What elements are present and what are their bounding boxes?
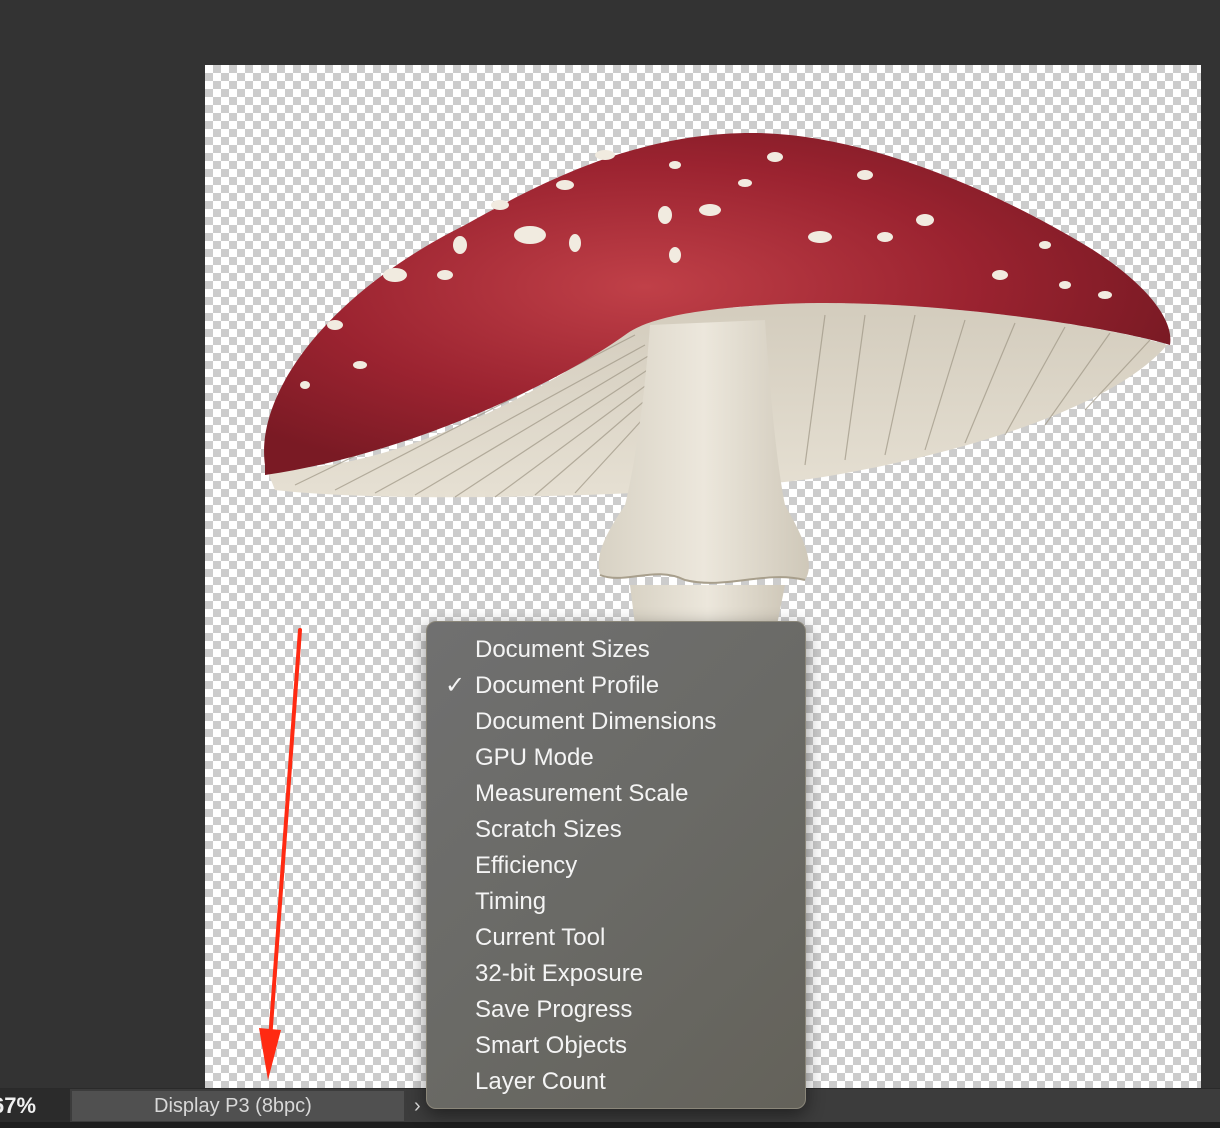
menu-item-label: Layer Count [475,1068,606,1095]
checkmark-icon: ✓ [445,672,466,699]
menu-item-label: Document Sizes [475,636,650,663]
menu-item-label: Measurement Scale [475,780,689,807]
menu-item-scratch-sizes[interactable]: Scratch Sizes [427,812,805,848]
menu-item-label: Efficiency [475,852,578,879]
menu-item-timing[interactable]: Timing [427,884,805,920]
menu-item-efficiency[interactable]: Efficiency [427,848,805,884]
photoshop-window: 67% Display P3 (8bpc) › Document Sizes ✓… [0,0,1220,1128]
menu-item-32-bit-exposure[interactable]: 32-bit Exposure [427,956,805,992]
menu-item-current-tool[interactable]: Current Tool [427,920,805,956]
menu-item-document-profile[interactable]: ✓ Document Profile [427,668,805,704]
menu-item-label: Document Dimensions [475,708,717,735]
status-info-popup-menu: Document Sizes ✓ Document Profile Documen… [426,621,806,1109]
menu-item-label: Document Profile [475,672,660,699]
window-bottom-edge [0,1122,1220,1128]
menu-item-document-dimensions[interactable]: Document Dimensions [427,704,805,740]
menu-item-label: Timing [475,888,547,915]
menu-item-smart-objects[interactable]: Smart Objects [427,1028,805,1064]
menu-item-measurement-scale[interactable]: Measurement Scale [427,776,805,812]
menu-item-label: Save Progress [475,996,633,1023]
menu-item-label: Current Tool [475,924,606,951]
menu-item-document-sizes[interactable]: Document Sizes [427,632,805,668]
document-info-readout[interactable]: Display P3 (8bpc) [72,1091,404,1121]
zoom-level-field[interactable]: 67% [0,1089,70,1123]
chevron-right-icon[interactable]: › [414,1093,426,1119]
menu-item-label: Smart Objects [475,1032,628,1059]
menu-item-label: GPU Mode [475,744,594,771]
menu-item-label: 32-bit Exposure [475,960,644,987]
menu-item-label: Scratch Sizes [475,816,622,843]
menu-item-layer-count[interactable]: Layer Count [427,1064,805,1100]
menu-item-gpu-mode[interactable]: GPU Mode [427,740,805,776]
menu-item-save-progress[interactable]: Save Progress [427,992,805,1028]
